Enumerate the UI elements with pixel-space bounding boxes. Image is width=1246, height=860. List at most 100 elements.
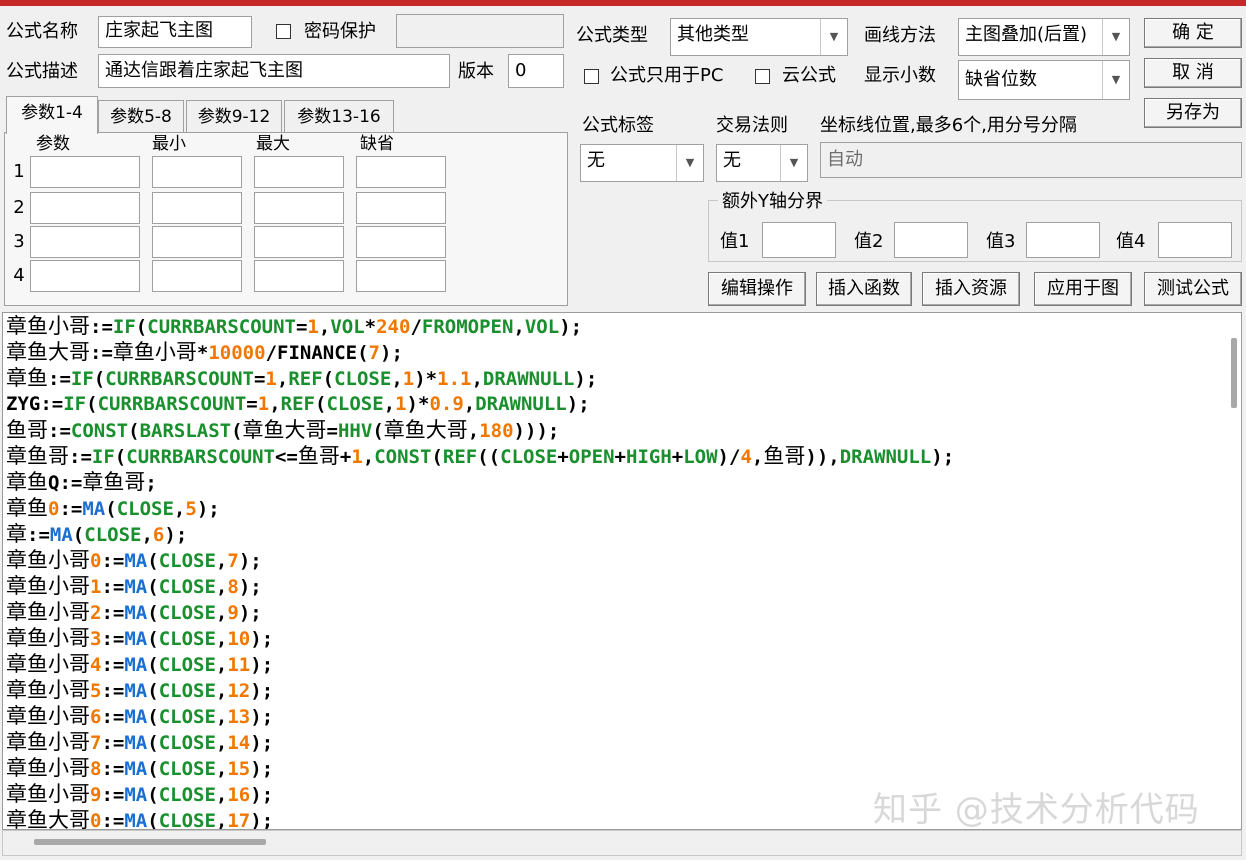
formula-name-label: 公式名称 [6, 21, 78, 42]
draw-method-value: 主图叠加(后置) [965, 24, 1088, 45]
tag-value: 无 [587, 150, 605, 171]
formula-desc-input[interactable]: 通达信跟着庄家起飞主图 [98, 54, 450, 88]
formula-type-label: 公式类型 [576, 25, 648, 46]
code-line: 章鱼:=IF(CURRBARSCOUNT=1,REF(CLOSE,1)*1.1,… [6, 366, 598, 390]
y-axis-group-label: 额外Y轴分界 [718, 190, 827, 214]
code-line: 章鱼大哥:=章鱼小哥*10000/FINANCE(7); [6, 340, 403, 364]
param-row-number: 4 [13, 265, 25, 286]
param-name-input[interactable] [30, 156, 140, 188]
y-value-4-input[interactable] [1158, 222, 1232, 258]
y-value-1-input[interactable] [762, 222, 836, 258]
password-input [396, 14, 564, 48]
param-default-input[interactable] [356, 226, 446, 258]
y-value-4-label: 值4 [1116, 231, 1146, 252]
decimals-label: 显示小数 [864, 65, 936, 86]
watermark: 知乎 @技术分析代码 [873, 790, 1200, 830]
trade-rule-label: 交易法则 [716, 115, 788, 136]
insert-function-button[interactable]: 插入函数 [816, 272, 912, 306]
code-editor[interactable]: 章鱼小哥:=IF(CURRBARSCOUNT=1,VOL*240/FROMOPE… [2, 312, 1242, 830]
coord-input[interactable]: 自动 [820, 142, 1242, 178]
code-line: 章:=MA(CLOSE,6); [6, 522, 188, 546]
formula-type-select[interactable]: 其他类型 ▼ [670, 18, 848, 56]
param-default-input[interactable] [356, 156, 446, 188]
code-line: 章鱼小哥6:=MA(CLOSE,13); [6, 704, 274, 728]
code-line: 章鱼小哥9:=MA(CLOSE,16); [6, 782, 274, 806]
code-line: 章鱼小哥5:=MA(CLOSE,12); [6, 678, 274, 702]
trade-rule-select[interactable]: 无 ▼ [716, 144, 808, 182]
param-name-input[interactable] [30, 192, 140, 224]
y-value-3-input[interactable] [1026, 222, 1100, 258]
code-line: 章鱼小哥4:=MA(CLOSE,11); [6, 652, 274, 676]
tag-label: 公式标签 [582, 115, 654, 136]
pc-only-checkbox[interactable] [584, 69, 599, 84]
y-value-3-label: 值3 [986, 231, 1016, 252]
param-name-input[interactable] [30, 260, 140, 292]
chevron-down-icon[interactable]: ▼ [780, 145, 807, 181]
param-min-input[interactable] [152, 226, 242, 258]
draw-method-label: 画线方法 [864, 25, 936, 46]
coord-label: 坐标线位置,最多6个,用分号分隔 [820, 115, 1077, 136]
param-default-input[interactable] [356, 192, 446, 224]
param-row-number: 3 [13, 231, 25, 252]
password-checkbox[interactable] [276, 24, 291, 39]
chevron-down-icon[interactable]: ▼ [676, 145, 703, 181]
save-as-button[interactable]: 另存为 [1144, 98, 1242, 128]
col-min-header: 最小 [152, 134, 186, 154]
col-param-header: 参数 [36, 134, 70, 154]
code-line: 章鱼0:=MA(CLOSE,5); [6, 496, 220, 520]
param-row-number: 2 [13, 197, 25, 218]
chevron-down-icon[interactable]: ▼ [1102, 19, 1129, 55]
param-max-input[interactable] [254, 192, 344, 224]
code-line: 鱼哥:=CONST(BARSLAST(章鱼大哥=HHV(章鱼大哥,180))); [6, 418, 560, 442]
code-line: 章鱼小哥:=IF(CURRBARSCOUNT=1,VOL*240/FROMOPE… [6, 314, 583, 338]
code-line: 章鱼Q:=章鱼哥; [6, 470, 157, 494]
insert-resource-button[interactable]: 插入资源 [922, 272, 1020, 306]
y-value-2-input[interactable] [894, 222, 968, 258]
title-bar-strip [0, 0, 1246, 6]
formula-name-input[interactable]: 庄家起飞主图 [98, 16, 252, 48]
version-label: 版本 [458, 61, 494, 82]
code-line: 章鱼小哥3:=MA(CLOSE,10); [6, 626, 274, 650]
col-default-header: 缺省 [360, 134, 394, 154]
y-value-2-label: 值2 [854, 231, 884, 252]
param-max-input[interactable] [254, 260, 344, 292]
draw-method-select[interactable]: 主图叠加(后置) ▼ [958, 18, 1130, 56]
chevron-down-icon[interactable]: ▼ [820, 19, 847, 55]
param-min-input[interactable] [152, 192, 242, 224]
decimals-value: 缺省位数 [965, 69, 1037, 90]
tab-params-9-12[interactable]: 参数9-12 [186, 100, 282, 132]
trade-rule-value: 无 [723, 150, 741, 171]
formula-desc-label: 公式描述 [6, 61, 78, 82]
code-line: 章鱼哥:=IF(CURRBARSCOUNT<=鱼哥+1,CONST(REF((C… [6, 444, 955, 468]
decimals-select[interactable]: 缺省位数 ▼ [958, 60, 1130, 100]
version-input[interactable]: 0 [508, 54, 564, 88]
col-max-header: 最大 [256, 134, 290, 154]
chevron-down-icon[interactable]: ▼ [1102, 61, 1129, 99]
param-min-input[interactable] [152, 260, 242, 292]
code-line: 章鱼小哥0:=MA(CLOSE,7); [6, 548, 262, 572]
param-max-input[interactable] [254, 226, 344, 258]
code-line: 章鱼大哥0:=MA(CLOSE,17); [6, 808, 274, 830]
vertical-scrollbar-thumb[interactable] [1231, 338, 1237, 408]
horizontal-scrollbar-thumb[interactable] [34, 839, 266, 845]
param-name-input[interactable] [30, 226, 140, 258]
param-min-input[interactable] [152, 156, 242, 188]
cancel-button[interactable]: 取 消 [1144, 58, 1242, 88]
code-line: 章鱼小哥7:=MA(CLOSE,14); [6, 730, 274, 754]
apply-to-chart-button[interactable]: 应用于图 [1034, 272, 1132, 306]
ok-button[interactable]: 确 定 [1144, 18, 1242, 48]
tag-select[interactable]: 无 ▼ [580, 144, 704, 182]
code-line: ZYG:=IF(CURRBARSCOUNT=1,REF(CLOSE,1)*0.9… [6, 393, 590, 415]
edit-operation-button[interactable]: 编辑操作 [708, 272, 806, 306]
test-formula-button[interactable]: 测试公式 [1144, 272, 1242, 306]
tab-params-13-16[interactable]: 参数13-16 [284, 100, 394, 132]
formula-type-value: 其他类型 [677, 24, 749, 45]
param-row-number: 1 [13, 161, 25, 182]
param-max-input[interactable] [254, 156, 344, 188]
cloud-checkbox[interactable] [755, 69, 770, 84]
y-value-1-label: 值1 [720, 231, 750, 252]
code-line: 章鱼小哥2:=MA(CLOSE,9); [6, 600, 262, 624]
tab-params-1-4[interactable]: 参数1-4 [6, 96, 98, 134]
tab-params-5-8[interactable]: 参数5-8 [98, 100, 184, 132]
param-default-input[interactable] [356, 260, 446, 292]
